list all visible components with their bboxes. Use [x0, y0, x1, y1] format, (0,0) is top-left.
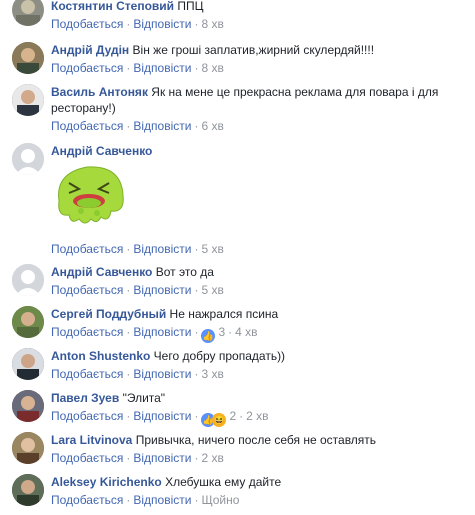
reply-link[interactable]: Відповісти	[133, 242, 191, 256]
comment-time[interactable]: Щойно	[201, 493, 239, 507]
reply-link[interactable]: Відповісти	[133, 119, 191, 133]
avatar[interactable]	[12, 84, 44, 116]
like-link[interactable]: Подобається	[51, 242, 123, 256]
reply-link[interactable]: Відповісти	[133, 367, 191, 381]
comment-author[interactable]: Андрій Савченко	[51, 265, 152, 279]
comment-item: Anton Shustenko Чего добру пропадать)) П…	[0, 348, 475, 386]
like-link[interactable]: Подобається	[51, 409, 123, 423]
avatar[interactable]	[12, 143, 44, 175]
reply-link[interactable]: Відповісти	[133, 325, 191, 339]
avatar[interactable]	[12, 0, 44, 26]
comment-text: Вот это да	[155, 265, 214, 279]
avatar[interactable]	[12, 42, 44, 74]
avatar[interactable]	[12, 348, 44, 380]
like-link[interactable]: Подобається	[51, 61, 123, 75]
comment-time[interactable]: 3 хв	[201, 367, 223, 381]
reply-link[interactable]: Відповісти	[133, 409, 191, 423]
comment-text: Привычка, ничего после себя не оставлять	[135, 433, 377, 447]
avatar[interactable]	[12, 264, 44, 296]
comment-item: Костянтин Степовий ППЦ Подобається · Відпо…	[0, 0, 475, 36]
like-link[interactable]: Подобається	[51, 119, 123, 133]
comment-author[interactable]: Андрій Савченко	[51, 144, 152, 158]
reactions-summary[interactable]: 👍	[201, 327, 216, 343]
avatar[interactable]	[12, 306, 44, 338]
like-reaction-icon: 👍	[201, 329, 216, 343]
reply-link[interactable]: Відповісти	[133, 493, 191, 507]
reactions-summary[interactable]: 👍😆	[201, 411, 227, 427]
comment-author[interactable]: Костянтин Степовий	[51, 0, 174, 13]
green-blob-sick-sticker	[51, 161, 129, 227]
comment-text: Він же гроші заплатив,жирний скулердяй!!…	[132, 43, 375, 57]
comment-text: Чего добру пропадать))	[153, 349, 286, 363]
comment-time[interactable]: 5 хв	[201, 283, 223, 297]
reply-link[interactable]: Відповісти	[133, 17, 191, 31]
comment-time[interactable]: 2 хв	[246, 409, 268, 423]
haha-reaction-icon: 😆	[212, 413, 227, 427]
like-link[interactable]: Подобається	[51, 493, 123, 507]
comment-author[interactable]: Василь Антоняк	[51, 85, 148, 99]
like-link[interactable]: Подобається	[51, 451, 123, 465]
reply-link[interactable]: Відповісти	[133, 451, 191, 465]
comment-text: Не нажрался псина	[169, 307, 279, 321]
comment-author[interactable]: Павел Зуев	[51, 391, 119, 405]
comment-item: Андрій Савченко Подобається · Відповісти · 5…	[0, 143, 475, 257]
reaction-count[interactable]: 3	[215, 325, 225, 339]
like-link[interactable]: Подобається	[51, 283, 123, 297]
comment-time[interactable]: 2 хв	[201, 451, 223, 465]
comment-item: Павел Зуев "Элита" Подобається · Відповіст…	[0, 390, 475, 428]
reaction-count[interactable]: 2	[226, 409, 236, 423]
avatar[interactable]	[12, 390, 44, 422]
comment-time[interactable]: 6 хв	[201, 119, 223, 133]
like-link[interactable]: Подобається	[51, 325, 123, 339]
comment-item: Андрій Савченко Вот это да Подобається · В…	[0, 264, 475, 302]
comment-item: Василь Антоняк Як на мене це прекрасна р…	[0, 84, 475, 140]
comment-text: ППЦ	[177, 0, 204, 13]
comment-author[interactable]: Lara Litvinova	[51, 433, 132, 447]
comment-time[interactable]: 4 хв	[235, 325, 257, 339]
comment-text: "Элита"	[122, 391, 166, 405]
comment-item: Сергей Поддубный Не нажрался псина Подоб…	[0, 306, 475, 344]
reply-link[interactable]: Відповісти	[133, 61, 191, 75]
avatar[interactable]	[12, 474, 44, 506]
comment-time[interactable]: 8 хв	[201, 61, 223, 75]
comment-text: Хлебушка ему дайте	[165, 475, 282, 489]
comment-time[interactable]: 8 хв	[201, 17, 223, 31]
reply-link[interactable]: Відповісти	[133, 283, 191, 297]
comment-author[interactable]: Aleksey Kirichenko	[51, 475, 162, 489]
avatar[interactable]	[12, 432, 44, 464]
comment-item: Aleksey Kirichenko Хлебушка ему дайте По…	[0, 474, 475, 515]
comment-item: Андрій Дудін Він же гроші заплатив,жирни…	[0, 42, 475, 80]
like-link[interactable]: Подобається	[51, 367, 123, 381]
comment-item: Lara Litvinova Привычка, ничего после се…	[0, 432, 475, 470]
comment-time[interactable]: 5 хв	[201, 242, 223, 256]
comment-author[interactable]: Сергей Поддубный	[51, 307, 166, 321]
like-link[interactable]: Подобається	[51, 17, 123, 31]
comment-author[interactable]: Андрій Дудін	[51, 43, 129, 57]
comment-author[interactable]: Anton Shustenko	[51, 349, 150, 363]
